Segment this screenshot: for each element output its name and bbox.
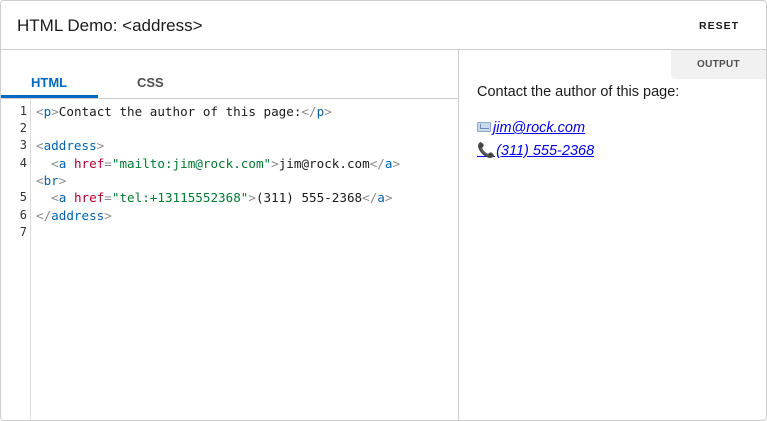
code-line-6: </address>: [36, 208, 112, 223]
line-number: 7: [19, 225, 27, 239]
email-link[interactable]: jim@rock.com: [477, 120, 585, 136]
code-attr: href: [73, 190, 105, 205]
line-number: 4: [19, 156, 27, 170]
code-line-4-wrap: <br>: [36, 173, 67, 188]
email-link-text: jim@rock.com: [493, 120, 586, 136]
line-number-gutter: 1 2 3 4 5 6 7: [1, 99, 31, 420]
editor-tabs: HTML CSS: [1, 50, 459, 99]
code-area[interactable]: 1 2 3 4 5 6 7 <p>Contact the author of t…: [1, 99, 459, 420]
code-text: jim@rock.com: [278, 156, 370, 171]
line-number: 5: [19, 190, 27, 204]
page-title: HTML Demo: <address>: [17, 16, 203, 35]
phone-link-text: (311) 555-2368: [496, 143, 595, 159]
code-line-4: <a href="mailto:jim@rock.com">jim@rock.c…: [51, 156, 401, 171]
line-number: 6: [19, 208, 27, 222]
code-line-1: <p>Contact the author of this page:</p>: [36, 104, 332, 119]
code-tag: a: [58, 156, 67, 171]
phone-link[interactable]: 📞(311) 555-2368: [477, 142, 594, 159]
code-tag: br: [43, 173, 59, 188]
code-line-5: <a href="tel:+13115552368">(311) 555-236…: [51, 190, 393, 205]
line-number: 3: [19, 138, 27, 152]
tab-html[interactable]: HTML: [31, 75, 67, 90]
code-text: Contact the author of this page:: [58, 104, 302, 119]
reset-button[interactable]: RESET: [699, 20, 739, 32]
code-tag: address: [43, 138, 97, 153]
line-number: 1: [19, 104, 27, 118]
output-paragraph: Contact the author of this page:: [477, 84, 680, 100]
code-attr: href: [73, 156, 105, 171]
code-tag: a: [377, 190, 385, 205]
active-tab-indicator: [1, 95, 98, 98]
code-editor-panel: HTML CSS 1 2 3 4 5 6 7 <p>Contact the au…: [1, 50, 459, 420]
code-tag: a: [58, 190, 67, 205]
output-panel: OUTPUT Contact the author of this page: …: [460, 50, 766, 420]
code-string: "mailto:jim@rock.com": [111, 156, 272, 171]
envelope-icon: [477, 122, 491, 132]
line-number: 2: [19, 121, 27, 135]
code-tag: address: [51, 208, 105, 223]
tab-css[interactable]: CSS: [137, 75, 164, 90]
demo-frame: HTML Demo: <address> RESET HTML CSS 1 2 …: [0, 0, 767, 421]
header: HTML Demo: <address> RESET: [1, 1, 766, 50]
output-label: OUTPUT: [671, 50, 766, 79]
code-text: (311) 555-2368: [255, 190, 363, 205]
code-string: "tel:+13115552368": [111, 190, 249, 205]
code-line-3: <address>: [36, 138, 105, 153]
telephone-icon: 📞: [477, 143, 496, 159]
